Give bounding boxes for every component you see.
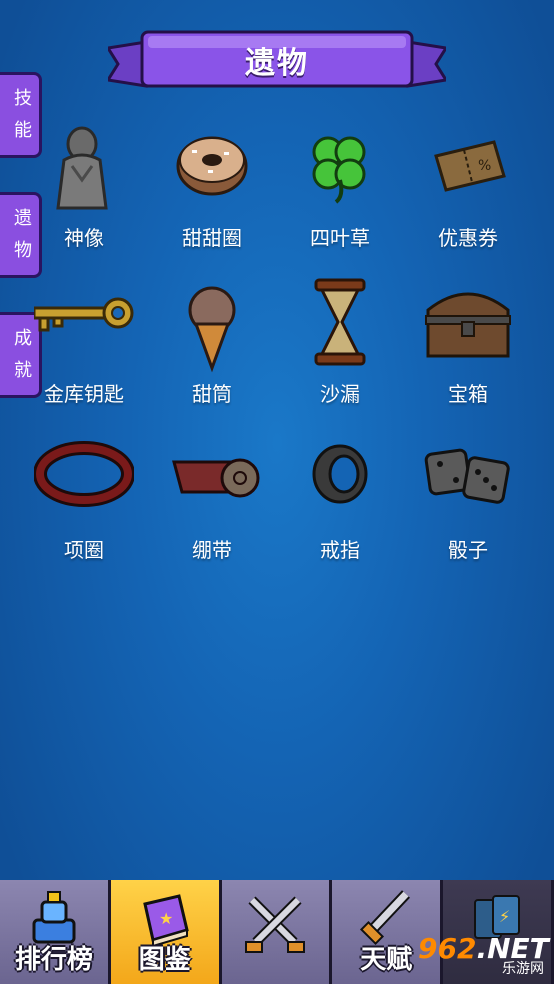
chest-icon [425, 292, 511, 358]
book-icon: ★ [142, 894, 189, 946]
watermark-sub: 乐游网 [502, 961, 544, 977]
relic-name: 甜筒 [192, 382, 232, 406]
watermark-logo: 962.NET 乐游网 [412, 930, 549, 980]
relic-item-clover[interactable]: 四叶草 [276, 120, 404, 251]
relic-item-donut[interactable]: 甜甜圈 [148, 120, 276, 251]
collar-icon [34, 441, 134, 507]
relic-name: 神像 [64, 226, 104, 250]
relic-name: 沙漏 [320, 382, 360, 406]
nav-battle[interactable] [221, 880, 333, 984]
nav-label: 排行榜 [14, 945, 93, 975]
relic-item-ring[interactable]: 戒指 [276, 432, 404, 563]
bandage-icon [172, 458, 260, 498]
relic-name: 四叶草 [310, 226, 370, 250]
ring-icon [312, 444, 368, 504]
nav-leaderboard[interactable]: 排行榜 [0, 880, 111, 984]
relic-item-statue[interactable]: 神像 [20, 120, 148, 251]
donut-icon [176, 136, 248, 196]
relic-name: 宝箱 [448, 382, 488, 406]
relic-item-hourglass[interactable]: 沙漏 [276, 276, 404, 407]
relic-item-icecream[interactable]: 甜筒 [148, 276, 276, 407]
relic-name: 骰子 [448, 538, 488, 562]
clover-icon [312, 136, 366, 204]
relic-name: 项圈 [64, 538, 104, 562]
coupon-icon: % [434, 140, 506, 192]
title-banner: 遗物 [108, 28, 446, 92]
svg-text:★: ★ [159, 909, 173, 928]
dice-icon [424, 448, 510, 504]
trophy-icon [32, 891, 76, 944]
relic-item-bandage[interactable]: 绷带 [148, 432, 276, 563]
relic-item-chest[interactable]: 宝箱 [404, 276, 532, 407]
relic-name: 甜甜圈 [182, 226, 242, 250]
svg-text:%: % [478, 158, 491, 174]
page-title: 遗物 [245, 46, 309, 81]
nav-codex[interactable]: ★ 图鉴 [110, 880, 222, 984]
svg-text:⚡: ⚡ [499, 907, 510, 926]
hourglass-icon [314, 278, 366, 366]
relic-item-collar[interactable]: 项圈 [20, 432, 148, 563]
relic-name: 金库钥匙 [44, 382, 124, 406]
relic-item-key[interactable]: 金库钥匙 [20, 276, 148, 407]
relic-name: 戒指 [320, 538, 360, 562]
crossed-swords-icon [245, 896, 306, 953]
icecream-icon [188, 286, 236, 373]
statue-icon [56, 126, 108, 210]
sword-icon [360, 890, 411, 946]
nav-label: 图鉴 [138, 945, 191, 975]
relic-name: 绷带 [192, 538, 232, 562]
relic-name: 优惠券 [438, 226, 498, 250]
relic-item-dice[interactable]: 骰子 [404, 432, 532, 563]
relic-item-coupon[interactable]: % 优惠券 [404, 120, 532, 251]
key-icon [34, 297, 134, 332]
